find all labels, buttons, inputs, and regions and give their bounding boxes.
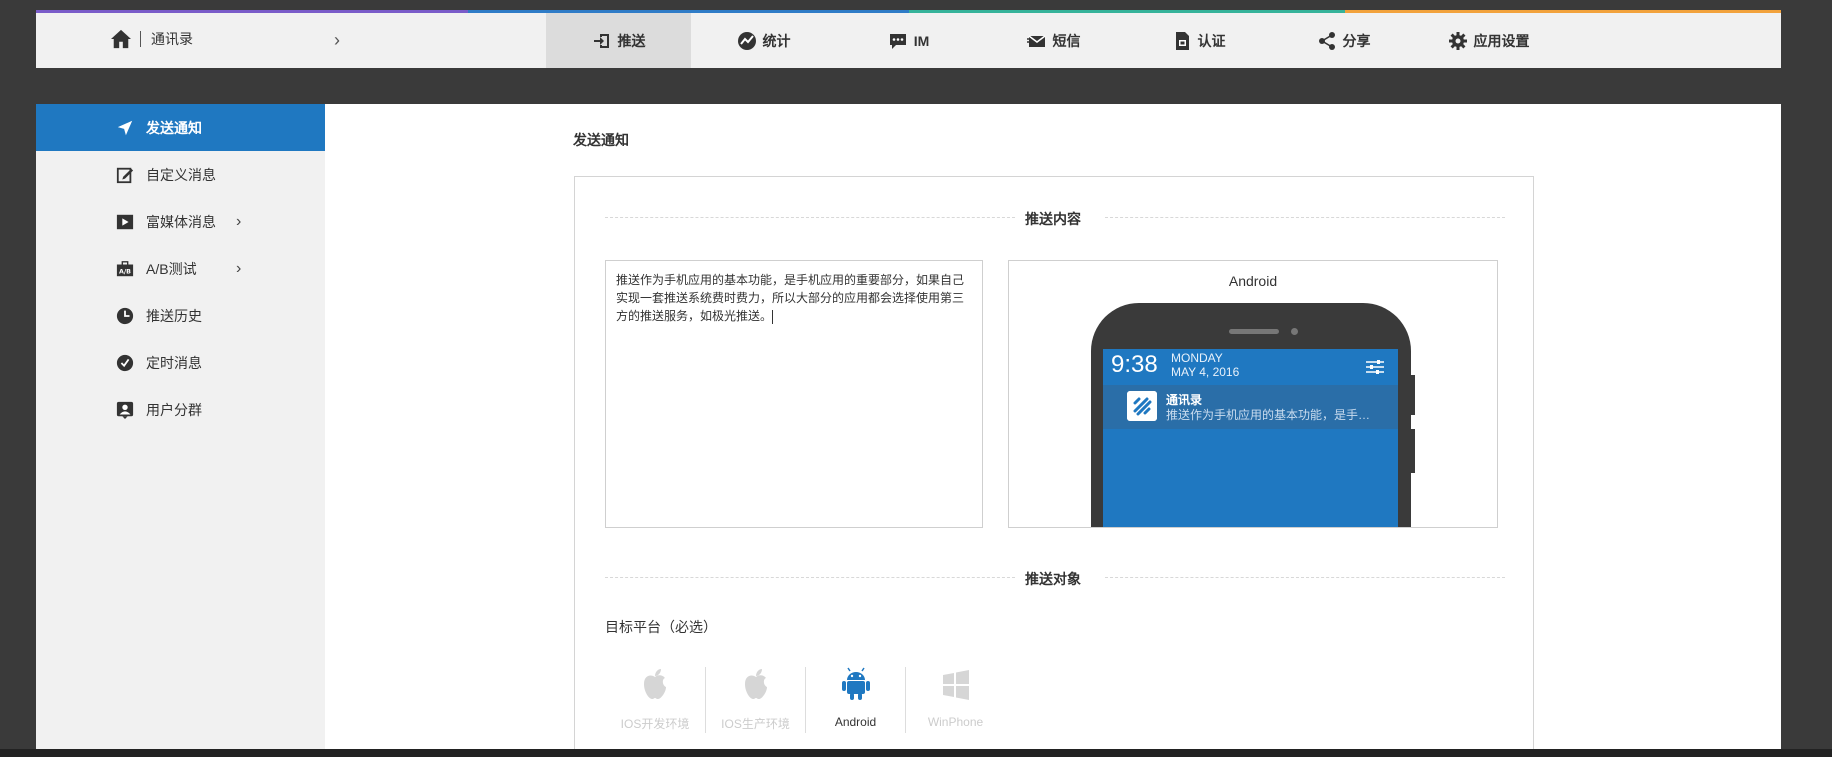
tab-push[interactable]: 推送: [546, 13, 691, 68]
sidebar-item-push-history[interactable]: 推送历史: [36, 292, 325, 339]
section-header-content: 推送内容: [605, 207, 1505, 227]
message-text: 推送作为手机应用的基本功能，是手机应用的重要部分，如果自己实现一套推送系统费时费…: [616, 273, 965, 323]
platform-label: IOS生产环境: [721, 717, 790, 731]
tab-label: 分享: [1342, 32, 1371, 49]
apple-icon: [745, 669, 767, 699]
phone-camera: [1291, 328, 1298, 335]
platform-ios-prod[interactable]: IOS生产环境: [705, 667, 805, 733]
tab-sms[interactable]: 短信: [981, 13, 1126, 68]
app-switcher[interactable]: 通讯录 ›: [110, 10, 340, 68]
platform-winphone[interactable]: WinPhone: [905, 667, 1005, 733]
platform-label: Android: [834, 715, 877, 729]
sidebar-item-rich-media[interactable]: 富媒体消息 ›: [36, 198, 325, 245]
send-icon: [117, 120, 133, 135]
svg-text:A/B: A/B: [119, 268, 131, 275]
sidebar-item-label: 发送通知: [146, 119, 202, 136]
ab-test-icon: A/B: [116, 260, 134, 276]
phone-screen: 9:38 MONDAY MAY 4, 2016 通讯录 推送作为手机应用的基本功…: [1103, 349, 1398, 527]
chevron-right-icon[interactable]: ›: [236, 213, 241, 231]
platform-selector: IOS开发环境 IOS生产环境 Android WinPhone: [605, 667, 1005, 733]
color-strip-purple: [36, 10, 468, 13]
platform-label: IOS开发环境: [620, 717, 690, 731]
platform-label: WinPhone: [927, 715, 984, 729]
page-title: 发送通知: [573, 132, 629, 148]
clock-icon: [116, 307, 134, 324]
tab-label: 短信: [1052, 32, 1081, 49]
section-header-target: 推送对象: [605, 567, 1505, 587]
edit-icon: [116, 167, 134, 183]
sidebar-item-label: 富媒体消息: [146, 213, 216, 230]
push-icon: [593, 33, 609, 48]
play-icon: [116, 214, 134, 229]
app-name: 通讯录: [151, 31, 193, 47]
phone-side-button: [1409, 429, 1415, 473]
platform-ios-dev[interactable]: IOS开发环境: [605, 667, 705, 733]
tab-app-settings[interactable]: 应用设置: [1416, 13, 1561, 68]
android-icon: [842, 667, 870, 700]
platform-android[interactable]: Android: [805, 667, 905, 733]
tab-label: 统计: [762, 32, 791, 49]
stats-icon: [737, 31, 756, 50]
brand-separator: [140, 31, 141, 47]
sidebar-item-custom-message[interactable]: 自定义消息: [36, 151, 325, 198]
phone-speaker: [1229, 329, 1279, 334]
main-panel: 发送通知 推送内容 推送作为手机应用的基本功能，是手机应用的重要部分，如果自己实…: [325, 104, 1781, 757]
timer-icon: [116, 354, 134, 371]
sidebar-item-label: 定时消息: [146, 354, 202, 371]
tab-auth[interactable]: 认证: [1126, 13, 1271, 68]
sidebar-item-scheduled-message[interactable]: 定时消息: [36, 339, 325, 386]
lockscreen-time: 9:38: [1111, 351, 1158, 378]
device-preview: Android 9:38 MONDAY MAY 4, 2016 通讯录 推送作为…: [1008, 260, 1498, 528]
tab-share[interactable]: 分享: [1271, 13, 1416, 68]
sidebar: 发送通知 自定义消息 富媒体消息 › A/B A/B测试 › 推送历史 定时消息…: [36, 104, 325, 757]
tab-label: 推送: [617, 32, 646, 49]
sliders-icon: [1366, 360, 1384, 374]
gear-icon: [1448, 31, 1467, 50]
sidebar-item-label: 推送历史: [146, 307, 202, 324]
section-title: 推送对象: [1025, 571, 1081, 587]
phone-side-button: [1409, 375, 1415, 415]
sidebar-item-user-segments[interactable]: 用户分群: [36, 386, 325, 433]
tab-label: 应用设置: [1473, 32, 1530, 49]
sidebar-item-label: 自定义消息: [146, 166, 216, 183]
sidebar-item-send-notification[interactable]: 发送通知: [36, 104, 325, 151]
tab-label: IM: [913, 32, 930, 49]
sidebar-item-label: 用户分群: [146, 401, 202, 418]
tab-im[interactable]: IM: [836, 13, 981, 68]
text-caret: [772, 309, 774, 324]
lockscreen-date: MAY 4, 2016: [1171, 365, 1240, 379]
tab-stats[interactable]: 统计: [691, 13, 836, 68]
preview-platform-label: Android: [1228, 273, 1278, 289]
windows-icon: [943, 670, 969, 700]
app-logo-icon: [1127, 391, 1157, 421]
main-tabs: 推送 统计 IM 短信 认证 分享 应用设置: [546, 13, 1561, 68]
chevron-right-icon[interactable]: ›: [334, 30, 340, 51]
phone-mockup: 9:38 MONDAY MAY 4, 2016 通讯录 推送作为手机应用的基本功…: [1091, 303, 1415, 527]
chat-icon: [889, 33, 906, 49]
sidebar-item-label: A/B测试: [146, 260, 197, 277]
section-title: 推送内容: [1025, 211, 1081, 227]
notification-preview: 通讯录 推送作为手机应用的基本功能，是手…: [1103, 385, 1398, 429]
sms-icon: [1026, 34, 1045, 47]
home-icon[interactable]: [110, 29, 132, 49]
user-group-icon: [116, 401, 134, 419]
notification-body: 推送作为手机应用的基本功能，是手…: [1166, 408, 1371, 422]
notification-form: 推送内容 推送作为手机应用的基本功能，是手机应用的重要部分，如果自己实现一套推送…: [574, 176, 1534, 757]
top-navigation: 通讯录 › 推送 统计 IM 短信 认证 分享 应用设置: [36, 10, 1781, 68]
message-textarea[interactable]: 推送作为手机应用的基本功能，是手机应用的重要部分，如果自己实现一套推送系统费时费…: [605, 260, 983, 528]
lockscreen-day: MONDAY: [1171, 351, 1223, 365]
bottom-edge: [0, 749, 1832, 757]
share-icon: [1318, 31, 1335, 50]
chevron-right-icon[interactable]: ›: [236, 260, 241, 278]
target-platform-label: 目标平台（必选）: [605, 619, 717, 635]
sidebar-item-ab-test[interactable]: A/B A/B测试 ›: [36, 245, 325, 292]
apple-icon: [644, 669, 666, 699]
tab-label: 认证: [1197, 32, 1226, 49]
auth-icon: [1175, 31, 1189, 50]
